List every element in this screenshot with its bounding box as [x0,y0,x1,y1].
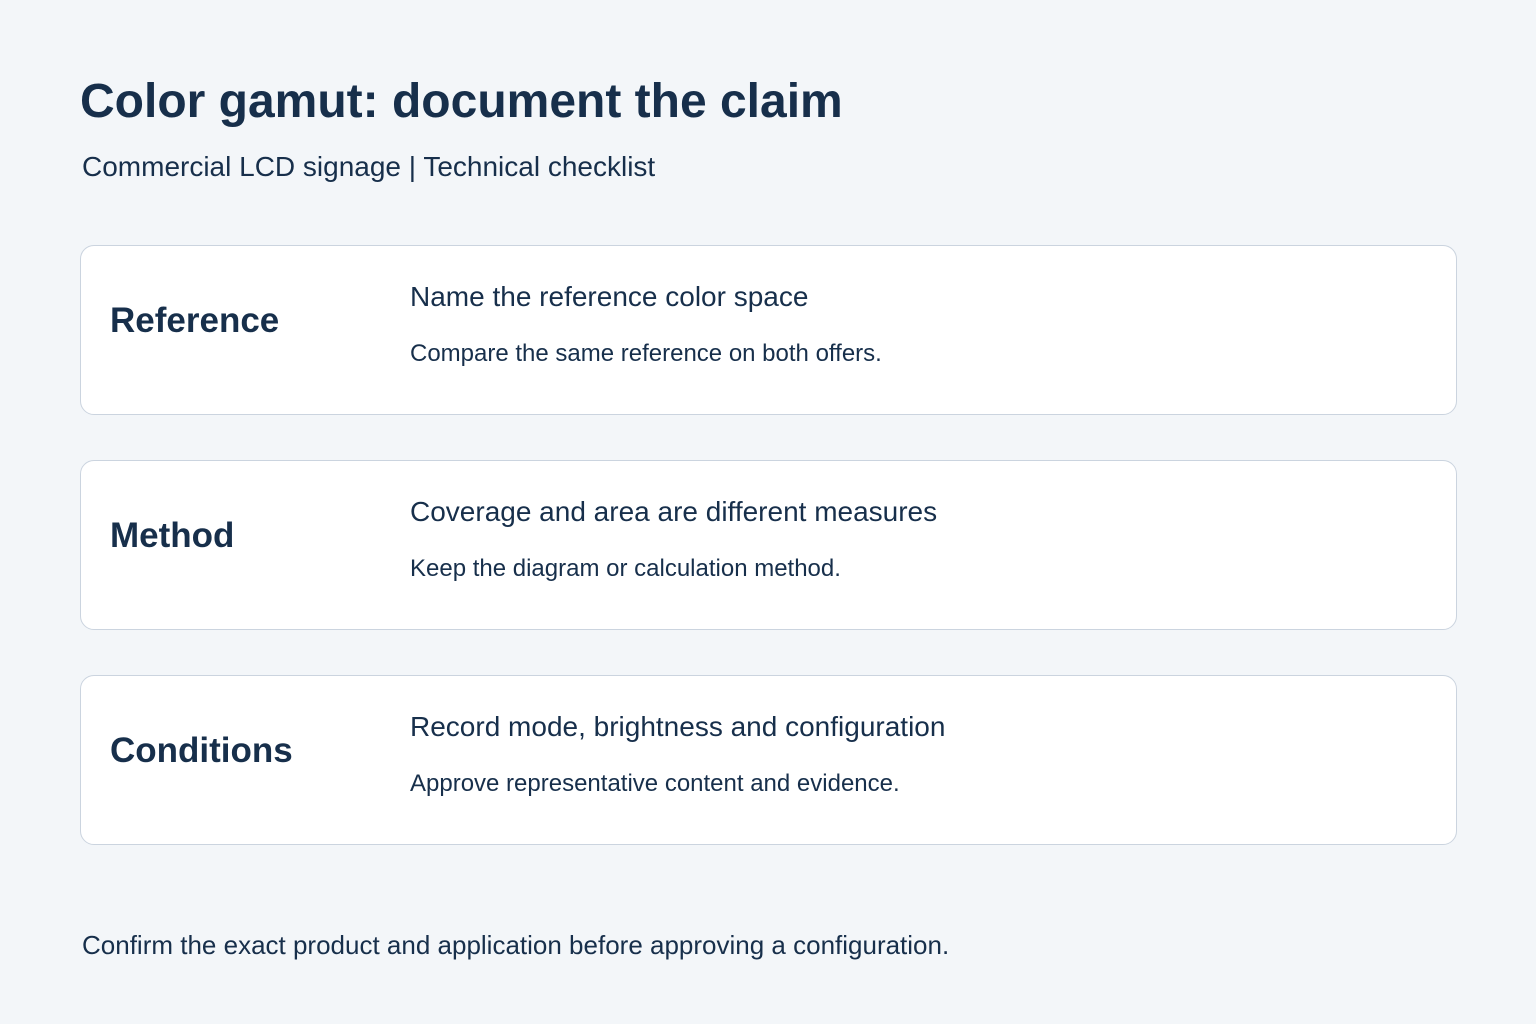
checklist-card-method: Method Coverage and area are different m… [80,460,1457,630]
page-subtitle: Commercial LCD signage | Technical check… [82,151,656,182]
page-title: Color gamut: document the claim [80,75,843,128]
checklist-card-label: Conditions [110,731,293,770]
checklist-card-label: Method [110,516,235,555]
checklist-card-heading: Record mode, brightness and configuratio… [410,711,946,742]
checklist-card-heading: Coverage and area are different measures [410,496,938,527]
checklist-card-detail: Keep the diagram or calculation method. [410,555,841,582]
checklist-card-heading: Name the reference color space [410,281,809,312]
checklist-card-label: Reference [110,301,280,340]
checklist-card-detail: Approve representative content and evide… [410,770,900,797]
checklist-page: Color gamut: document the claim Commerci… [0,0,1536,1024]
checklist-card-reference: Reference Name the reference color space… [80,245,1457,415]
footer-note: Confirm the exact product and applicatio… [82,930,950,960]
checklist-card-conditions: Conditions Record mode, brightness and c… [80,675,1457,845]
checklist-card-detail: Compare the same reference on both offer… [410,340,882,367]
